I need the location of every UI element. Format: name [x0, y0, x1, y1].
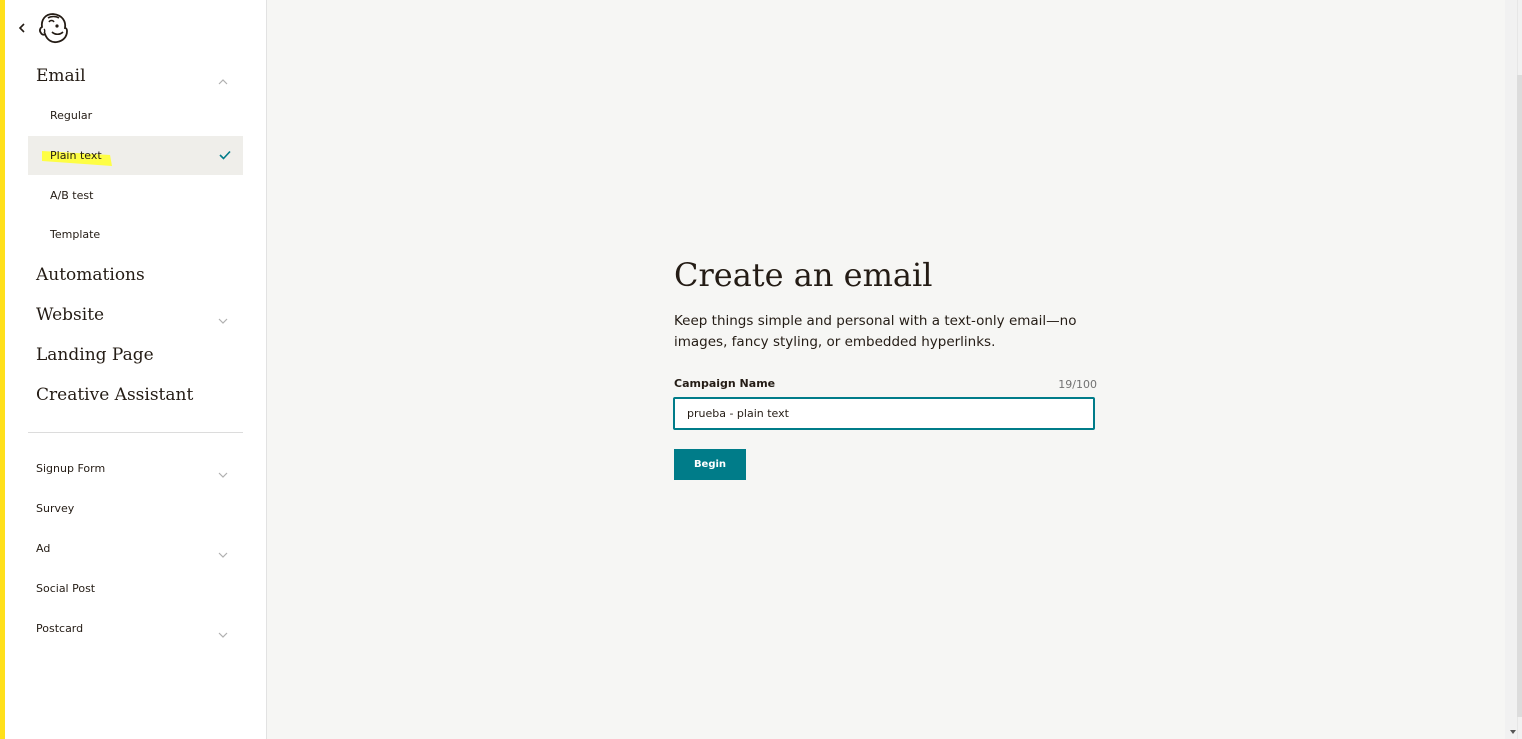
- nav-survey[interactable]: Survey: [36, 502, 74, 515]
- character-counter: 19/100: [1058, 378, 1097, 391]
- nav-email[interactable]: Email: [36, 66, 86, 86]
- website-expand-toggle[interactable]: [216, 311, 230, 324]
- email-collapse-toggle[interactable]: [216, 72, 230, 85]
- ad-expand-toggle[interactable]: [216, 545, 230, 558]
- chevron-up-icon: [218, 79, 228, 85]
- mailchimp-freddie-icon: [39, 13, 68, 44]
- scroll-down-arrow-icon[interactable]: [1509, 729, 1517, 735]
- nav-social-post[interactable]: Social Post: [36, 582, 95, 595]
- page-description: Keep things simple and personal with a t…: [674, 313, 1077, 350]
- nav-ad[interactable]: Ad: [36, 542, 50, 555]
- app-window: Email Regular Plain text A/B test Templa…: [0, 0, 1522, 739]
- page-title: Create an email: [674, 256, 933, 294]
- email-item-template[interactable]: Template: [28, 215, 243, 254]
- nav-postcard[interactable]: Postcard: [36, 622, 83, 635]
- sidebar-divider: [28, 432, 243, 433]
- email-item-ab-test[interactable]: A/B test: [28, 176, 243, 215]
- email-item-label: Plain text: [50, 149, 102, 162]
- email-item-label: Regular: [50, 109, 93, 122]
- campaign-name-input[interactable]: [674, 398, 1094, 429]
- campaign-name-label: Campaign Name: [674, 377, 776, 390]
- begin-button[interactable]: Begin: [674, 449, 746, 480]
- main-content: Create an email Keep things simple and p…: [267, 0, 1505, 739]
- nav-automations[interactable]: Automations: [36, 265, 145, 285]
- sidebar: Email Regular Plain text A/B test Templa…: [5, 0, 267, 739]
- chevron-left-icon: [18, 23, 25, 33]
- nav-landing-page[interactable]: Landing Page: [36, 345, 154, 365]
- nav-creative-assistant[interactable]: Creative Assistant: [36, 385, 193, 405]
- postcard-expand-toggle[interactable]: [216, 625, 230, 638]
- email-item-plain-text[interactable]: Plain text: [28, 136, 243, 175]
- nav-signup-form[interactable]: Signup Form: [36, 462, 105, 475]
- back-button[interactable]: [16, 18, 30, 38]
- email-item-label: Template: [50, 228, 101, 241]
- chevron-down-icon: [218, 632, 228, 638]
- email-item-regular[interactable]: Regular: [28, 96, 243, 135]
- signup-form-expand-toggle[interactable]: [216, 465, 230, 478]
- chevron-down-icon: [218, 318, 228, 324]
- mailchimp-logo[interactable]: [35, 10, 71, 46]
- chevron-down-icon: [218, 552, 228, 558]
- email-item-label: A/B test: [50, 189, 94, 202]
- chevron-down-icon: [218, 472, 228, 478]
- nav-website[interactable]: Website: [36, 305, 104, 325]
- checkmark-icon: [219, 150, 231, 160]
- scrollbar-thumb[interactable]: [1517, 75, 1522, 717]
